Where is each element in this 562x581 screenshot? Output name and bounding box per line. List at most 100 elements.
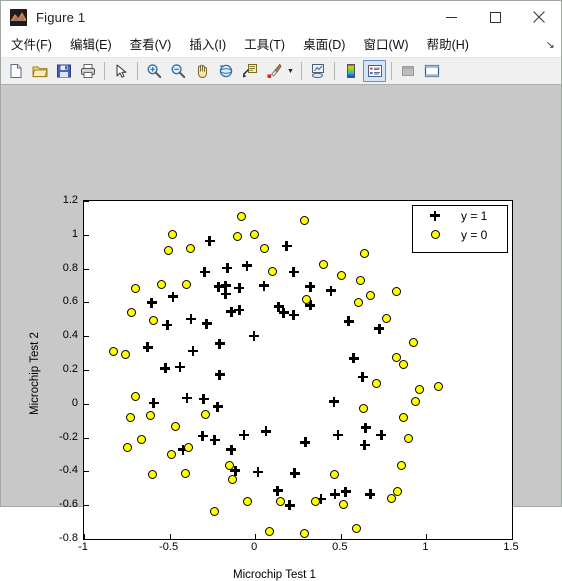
plot-legend[interactable]: y = 1 y = 0	[412, 205, 508, 253]
data-point-y0	[299, 215, 309, 225]
x-axis-tick-label: 1	[422, 541, 429, 553]
data-point-y0	[359, 404, 368, 414]
data-point-y1	[329, 489, 340, 500]
window-controls	[429, 1, 561, 33]
data-point-y0	[360, 248, 370, 258]
data-point-y0	[356, 276, 366, 286]
menu-bar: 文件(F) 编辑(E) 查看(V) 插入(I) 工具(T) 桌面(D) 窗口(W…	[1, 34, 561, 58]
data-point-y1	[258, 280, 269, 291]
zoom-in-icon[interactable]	[142, 60, 165, 82]
legend-icon[interactable]	[363, 60, 386, 82]
x-axis-tick-label: -1	[78, 541, 88, 553]
data-point-y0	[149, 315, 159, 325]
x-axis-tick-label: -0.5	[159, 541, 179, 553]
data-point-y0	[242, 497, 252, 507]
maximize-icon[interactable]	[473, 1, 517, 33]
zoom-out-icon[interactable]	[166, 60, 189, 82]
data-point-y0	[108, 346, 118, 356]
menu-window[interactable]: 窗口(W)	[355, 34, 416, 57]
data-point-y1	[260, 426, 271, 437]
data-point-y0	[180, 468, 190, 478]
data-point-y1	[289, 468, 300, 479]
menu-insert[interactable]: 插入(I)	[181, 34, 234, 57]
show-plot-tools-icon[interactable]	[420, 60, 443, 82]
data-point-y1	[374, 323, 385, 334]
data-point-y0	[131, 392, 141, 402]
data-point-y1	[365, 489, 376, 500]
menu-view[interactable]: 查看(V)	[122, 34, 180, 57]
colorbar-icon[interactable]	[339, 60, 362, 82]
data-point-y1	[359, 439, 370, 450]
brush-dropdown-caret-icon[interactable]: ▼	[286, 60, 295, 82]
toolbar-separator	[391, 62, 392, 80]
data-point-y1	[340, 486, 351, 497]
data-point-y1	[284, 500, 295, 511]
data-point-y1	[376, 430, 387, 441]
link-plot-icon[interactable]	[306, 60, 329, 82]
data-point-y0	[386, 493, 396, 503]
data-point-y1	[360, 422, 371, 433]
data-point-y1	[234, 283, 245, 294]
x-axis-tick	[169, 534, 171, 539]
menu-help[interactable]: 帮助(H)	[419, 34, 477, 57]
data-point-y1	[272, 485, 283, 496]
legend-label-y0: y = 0	[461, 227, 488, 242]
y-axis-tick	[84, 539, 89, 540]
menu-edit[interactable]: 编辑(E)	[62, 34, 120, 57]
data-point-y1	[186, 313, 196, 324]
minimize-icon[interactable]	[429, 1, 473, 33]
data-point-y0	[265, 526, 275, 536]
y-axis-tick-label: -0.8	[59, 532, 78, 544]
menu-tools[interactable]: 工具(T)	[236, 34, 293, 57]
pointer-icon[interactable]	[109, 60, 132, 82]
data-point-y1	[288, 310, 299, 321]
data-point-y1	[273, 301, 284, 312]
y-axis-tick-label: 1.2	[62, 194, 78, 206]
close-icon[interactable]	[517, 1, 561, 33]
data-point-y0	[121, 350, 131, 360]
data-point-y1	[204, 236, 215, 247]
open-file-icon[interactable]	[28, 60, 51, 82]
data-point-y0	[330, 470, 340, 480]
window-title: Figure 1	[36, 9, 86, 25]
data-point-y1	[160, 363, 171, 374]
data-point-y0	[127, 308, 137, 318]
data-point-y0	[391, 352, 401, 362]
rotate-3d-icon[interactable]	[214, 60, 237, 82]
data-point-y1	[239, 430, 250, 441]
save-figure-icon[interactable]	[52, 60, 75, 82]
x-axis-tick	[512, 534, 513, 539]
menu-overflow-icon[interactable]: ↘	[545, 40, 554, 51]
y-axis-tick	[84, 234, 89, 236]
hide-plot-tools-icon[interactable]	[396, 60, 419, 82]
data-point-y0	[396, 461, 406, 471]
data-cursor-icon[interactable]	[238, 60, 261, 82]
menu-file[interactable]: 文件(F)	[3, 34, 60, 57]
data-point-y0	[381, 314, 391, 324]
brush-select-icon[interactable]	[262, 60, 285, 82]
data-point-y0	[391, 287, 401, 297]
figure-canvas: Microchip Test 2 Microchip Test 1 y = 1 …	[1, 85, 561, 581]
legend-label-y1: y = 1	[461, 208, 488, 223]
data-point-y1	[305, 281, 316, 292]
new-figure-icon[interactable]	[4, 60, 27, 82]
data-point-y1	[343, 316, 354, 327]
data-point-y0	[126, 413, 136, 423]
legend-row-y0: y = 0	[413, 225, 507, 244]
y-axis-label: Microchip Test 2	[29, 332, 41, 415]
x-axis-tick-label: 1.5	[503, 541, 519, 553]
data-point-y0	[310, 497, 320, 507]
y-axis-tick-label: -0.6	[59, 498, 78, 511]
print-figure-icon[interactable]	[76, 60, 99, 82]
data-point-y0	[232, 231, 242, 241]
data-point-y0	[137, 435, 147, 445]
data-point-y0	[365, 290, 375, 300]
data-point-y1	[214, 338, 225, 349]
menu-desktop[interactable]: 桌面(D)	[295, 34, 353, 57]
data-point-y0	[398, 413, 408, 423]
toolbar-separator	[301, 62, 302, 80]
data-point-y0	[318, 260, 328, 270]
data-point-y1	[253, 467, 264, 478]
pan-hand-icon[interactable]	[190, 60, 213, 82]
y-axis-tick	[84, 403, 89, 405]
